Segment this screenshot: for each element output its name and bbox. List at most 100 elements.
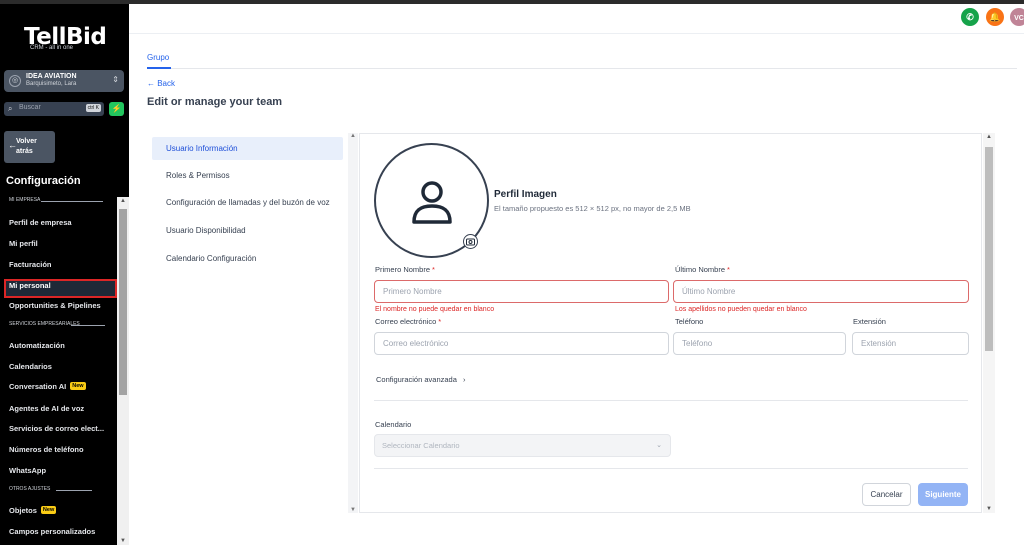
sidebar-title: Configuración [6, 175, 81, 187]
calendar-select-placeholder: Seleccionar Calendario [382, 441, 460, 450]
section-heading-servicios: SERVICIOS EMPRESARIALES [9, 321, 80, 327]
email-label-text: Correo electrónico [375, 317, 437, 326]
search-placeholder: Buscar [19, 104, 41, 111]
sidebar-item-facturacion[interactable]: Facturación [9, 260, 52, 269]
section-heading-mi-empresa: MI EMPRESA [9, 197, 41, 203]
sidebar-item-automatizacion[interactable]: Automatización [9, 341, 65, 350]
section-divider [41, 201, 103, 202]
required-marker: * [727, 265, 730, 274]
form-divider [374, 468, 968, 469]
building-icon: ◎ [9, 75, 21, 87]
next-button[interactable]: Siguiente [918, 483, 968, 506]
sidebar-item-perfil-empresa[interactable]: Perfil de empresa [9, 218, 72, 227]
brand-tagline: CRM - all in one [30, 45, 74, 51]
sidebar-item-conversation-ai[interactable]: Conversation AI New [9, 382, 86, 391]
chevron-right-icon: › [462, 375, 466, 384]
settings-nav-usuario-informacion[interactable]: Usuario Información [152, 137, 343, 160]
scroll-down-icon[interactable]: ▼ [350, 507, 356, 513]
form-scrollbar[interactable]: ▲ ▼ [983, 133, 995, 513]
tab-active-indicator [147, 67, 171, 69]
new-badge: New [70, 382, 86, 390]
sidebar-item-whatsapp[interactable]: WhatsApp [9, 466, 46, 475]
chevron-down-icon: ⌄ [656, 442, 662, 449]
account-name: IDEA AVIATION [26, 73, 77, 80]
required-marker: * [438, 317, 442, 326]
sidebar-item-numeros-telefono[interactable]: Números de teléfono [9, 445, 84, 454]
scrollbar-thumb[interactable] [119, 209, 127, 395]
tab-grupo[interactable]: Grupo [147, 53, 169, 62]
calendar-select[interactable]: Seleccionar Calendario ⌄ [374, 434, 671, 457]
camera-icon[interactable] [463, 234, 478, 249]
last-name-label-text: Último Nombre [675, 265, 726, 274]
search-shortcut: ctrl K [85, 104, 101, 112]
back-link[interactable]: ← Back [147, 79, 175, 88]
last-name-error: Los apellidos no pueden quedar en blanco [675, 306, 807, 313]
search-input[interactable]: ⌕ Buscar ctrl K [4, 102, 104, 116]
extension-label: Extensión [853, 317, 886, 326]
chevron-updown-icon: ⇕ [112, 75, 119, 84]
tab-divider [147, 68, 1017, 69]
page-title: Edit or manage your team [147, 96, 283, 108]
nav-scrollbar[interactable]: ▲ ▼ [348, 133, 358, 513]
user-icon [412, 181, 452, 224]
first-name-field[interactable]: Primero Nombre [374, 280, 669, 303]
settings-nav-llamadas-buzon[interactable]: Configuración de llamadas y del buzón de… [152, 191, 343, 214]
settings-nav-roles-permisos[interactable]: Roles & Permisos [152, 164, 343, 187]
calendar-label: Calendario [375, 420, 412, 429]
settings-nav-disponibilidad[interactable]: Usuario Disponibilidad [152, 219, 343, 242]
scrollbar-thumb[interactable] [985, 147, 993, 351]
extension-field[interactable]: Extensión [852, 332, 969, 355]
section-divider [56, 490, 92, 491]
sidebar-item-campos[interactable]: Campos personalizados [9, 527, 95, 536]
back-label-line1: Volver [16, 138, 37, 145]
advanced-settings-toggle[interactable]: Configuración avanzada › [376, 375, 465, 384]
scroll-down-icon[interactable]: ▼ [986, 506, 992, 512]
first-name-label-text: Primero Nombre [375, 265, 431, 274]
account-location: Barquisimeto, Lara [26, 81, 77, 87]
account-switcher[interactable]: ◎ IDEA AVIATION Barquisimeto, Lara ⇕ [4, 70, 124, 92]
sidebar-scrollbar[interactable]: ▲ ▼ [117, 197, 129, 545]
avatar[interactable]: VC [1010, 8, 1024, 26]
first-name-label: Primero Nombre * [375, 265, 435, 274]
sidebar-item-agentes-ai-voz[interactable]: Agentes de AI de voz [9, 404, 84, 413]
quick-action-bolt-icon[interactable]: ⚡ [109, 102, 124, 116]
phone-field[interactable]: Teléfono [673, 332, 846, 355]
required-marker: * [432, 265, 435, 274]
cancel-button[interactable]: Cancelar [862, 483, 911, 506]
scroll-up-icon[interactable]: ▲ [986, 134, 992, 140]
phone-label: Teléfono [675, 317, 704, 326]
last-name-label: Último Nombre * [675, 265, 730, 274]
back-label-line2: atrás [16, 148, 33, 155]
window-top-bar [0, 0, 1024, 4]
sidebar-item-label: Objetos [9, 506, 37, 515]
search-icon: ⌕ [8, 104, 13, 113]
scroll-down-icon[interactable]: ▼ [120, 538, 126, 544]
advanced-settings-label: Configuración avanzada [376, 375, 457, 384]
sidebar-item-mi-perfil[interactable]: Mi perfil [9, 239, 38, 248]
section-heading-otros: OTROS AJUSTES [9, 486, 51, 492]
sidebar-item-label: Conversation AI [9, 382, 67, 391]
sidebar-item-objetos[interactable]: Objetos New [9, 506, 57, 515]
profile-hint: El tamaño propuesto es 512 × 512 px, no … [494, 204, 691, 213]
settings-nav-calendario[interactable]: Calendario Configuración [152, 247, 343, 270]
sidebar: TellBid CRM - all in one ◎ IDEA AVIATION… [0, 4, 129, 545]
sidebar-item-calendarios[interactable]: Calendarios [9, 362, 52, 371]
back-button[interactable]: ← Volver atrás [4, 131, 55, 163]
header-divider [129, 33, 1024, 34]
first-name-error: El nombre no puede quedar en blanco [375, 306, 495, 313]
form-divider [374, 400, 968, 401]
email-label: Correo electrónico * [375, 317, 441, 326]
phone-icon[interactable]: ✆ [961, 8, 979, 26]
new-badge: New [40, 506, 57, 514]
scroll-up-icon[interactable]: ▲ [120, 198, 126, 204]
scroll-up-icon[interactable]: ▲ [350, 133, 356, 139]
section-divider [71, 325, 105, 326]
sidebar-item-opportunities[interactable]: Opportunities & Pipelines [9, 301, 101, 310]
profile-title: Perfil Imagen [494, 189, 557, 200]
bell-icon[interactable]: 🔔 [986, 8, 1004, 26]
user-initials: VC [1014, 15, 1024, 22]
sidebar-item-mi-personal[interactable]: Mi personal [9, 281, 51, 290]
email-field[interactable]: Correo electrónico [374, 332, 669, 355]
sidebar-item-correo[interactable]: Servicios de correo elect... [9, 424, 104, 433]
last-name-field[interactable]: Último Nombre [673, 280, 969, 303]
